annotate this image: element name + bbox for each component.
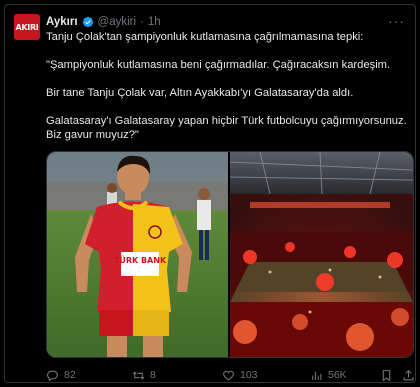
jersey-sponsor-text: TÜRK BANK [114,255,167,265]
avatar-logo-text: AKIRI [15,22,39,32]
football-player-illustration: TÜRK BANK [47,152,228,357]
share-button[interactable] [402,369,416,382]
tweet-line-3: Bir tane Tanju Çolak var, Altın Ayakkabı… [46,87,354,99]
bookmark-button[interactable] [380,369,402,382]
media-photo-stadium[interactable] [230,152,413,357]
like-count: 103 [240,369,258,381]
tweet-card[interactable]: AKIRI Aykırı @aykiri · 1h ··· Tanju Çola… [4,4,416,383]
reply-button[interactable]: 82 [46,369,132,382]
tweet-line-4: Galatasaray'ı Galatasaray yapan hiçbir T… [46,115,407,141]
more-options-icon[interactable]: ··· [388,13,405,29]
view-count: 56K [328,369,347,381]
repost-button[interactable]: 8 [132,369,222,382]
separator-dot: · [140,16,144,28]
avatar[interactable]: AKIRI [14,14,40,40]
heart-icon [223,370,234,380]
tweet-line-1: Tanju Çolak'tan şampiyonluk kutlamasına … [46,31,364,43]
media-grid[interactable]: TÜRK BANK [46,151,414,358]
post-time[interactable]: 1h [148,16,161,28]
action-bar: 82 8 103 56K [46,367,416,383]
stadium-celebration-illustration [230,152,413,357]
views-button[interactable]: 56K [310,369,380,382]
author-name[interactable]: Aykırı [46,16,78,28]
author-handle[interactable]: @aykiri [98,16,137,28]
tweet-header: Aykırı @aykiri · 1h [46,14,385,30]
reply-icon [47,370,58,381]
like-button[interactable]: 103 [222,369,310,382]
media-photo-player[interactable]: TÜRK BANK [47,152,230,357]
verified-badge-icon [82,16,93,28]
repost-count: 8 [150,369,156,381]
reply-count: 82 [64,369,76,381]
tweet-text: Tanju Çolak'tan şampiyonluk kutlamasına … [46,30,410,142]
tweet-line-2: "Şampiyonluk kutlamasına beni çağırmadıl… [46,59,391,71]
views-chart-icon [312,371,322,380]
bookmark-icon [382,369,391,381]
share-icon [403,369,414,380]
repost-icon [132,370,145,380]
